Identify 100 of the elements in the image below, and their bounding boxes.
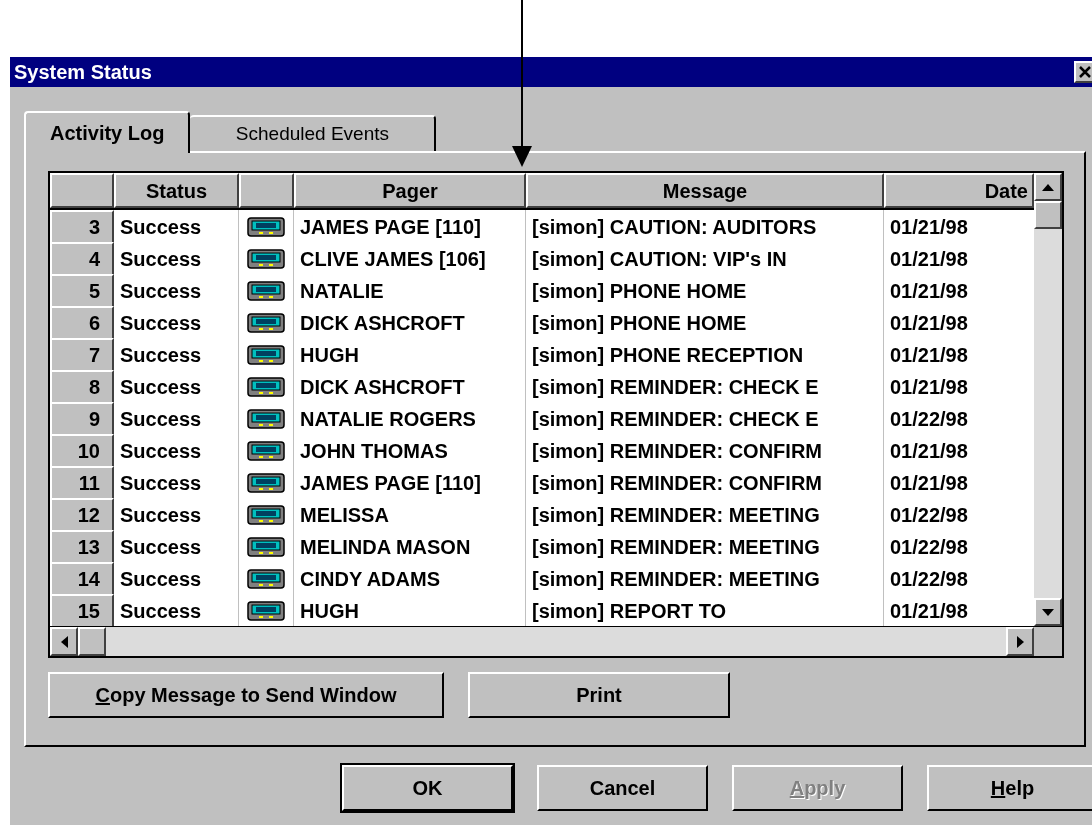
- table-cell: MELINDA MASON: [294, 530, 526, 564]
- table-cell: [simon] CAUTION: VIP's IN: [526, 242, 884, 276]
- pager-icon: [247, 345, 285, 365]
- table-cell: Success: [114, 338, 239, 372]
- table-cell: CINDY ADAMS: [294, 562, 526, 596]
- action-button[interactable]: Print: [468, 672, 730, 718]
- table-cell: Success: [114, 434, 239, 468]
- scroll-up-button[interactable]: [1034, 173, 1062, 201]
- column-header[interactable]: [239, 173, 294, 208]
- table-cell: Success: [114, 274, 239, 308]
- up-arrow-icon: [1042, 183, 1054, 191]
- table-cell: Success: [114, 402, 239, 436]
- row-header[interactable]: 15: [50, 594, 114, 626]
- close-icon: [1079, 66, 1091, 78]
- column-header[interactable]: Status: [114, 173, 239, 208]
- table-cell: CLIVE JAMES [106]: [294, 242, 526, 276]
- pager-icon: [247, 281, 285, 301]
- table-cell-text: 01/21/98: [889, 375, 969, 400]
- table-cell: Success: [114, 370, 239, 404]
- vertical-scrollbar[interactable]: [1034, 173, 1062, 626]
- dialog-button[interactable]: OK: [342, 765, 513, 811]
- table-cell: JAMES PAGE [110]: [294, 210, 526, 244]
- scroll-right-button[interactable]: [1006, 627, 1034, 656]
- column-header[interactable]: Message: [526, 173, 884, 208]
- left-arrow-icon: [60, 635, 68, 648]
- column-header[interactable]: Pager: [294, 173, 526, 208]
- table-cell: Success: [114, 242, 239, 276]
- row-header[interactable]: 3: [50, 210, 114, 244]
- table-cell-text: 01/21/98: [889, 247, 969, 272]
- table-cell: [simon] REMINDER: CHECK E: [526, 370, 884, 404]
- row-header[interactable]: 8: [50, 370, 114, 404]
- table-cell-text: 01/21/98: [889, 471, 969, 496]
- pager-icon: [247, 537, 285, 557]
- window-title: System Status: [14, 60, 152, 85]
- row-header[interactable]: 5: [50, 274, 114, 308]
- table-cell: Success: [114, 562, 239, 596]
- table-cell-text: 01/21/98: [889, 215, 969, 240]
- table-cell: [simon] PHONE HOME: [526, 274, 884, 308]
- horizontal-scrollbar[interactable]: [50, 627, 1034, 656]
- table-cell: DICK ASHCROFT: [294, 306, 526, 340]
- row-header[interactable]: 9: [50, 402, 114, 436]
- action-button[interactable]: Copy Message to Send Window: [48, 672, 444, 718]
- table-cell-text: 01/21/98: [889, 439, 969, 464]
- table-cell: JAMES PAGE [110]: [294, 466, 526, 500]
- row-header[interactable]: 14: [50, 562, 114, 596]
- pager-icon: [247, 569, 285, 589]
- scroll-thumb[interactable]: [78, 627, 106, 656]
- pager-icon: [247, 601, 285, 621]
- pager-icon: [247, 313, 285, 333]
- table-cell-text: 01/22/98: [889, 567, 969, 592]
- table-cell: [simon] REMINDER: CONFIRM: [526, 434, 884, 468]
- table-cell: HUGH: [294, 338, 526, 372]
- row-header[interactable]: 12: [50, 498, 114, 532]
- tab[interactable]: Scheduled Events: [190, 115, 437, 151]
- pager-icon: [247, 409, 285, 429]
- row-header[interactable]: 11: [50, 466, 114, 500]
- row-header[interactable]: 10: [50, 434, 114, 468]
- table-cell: [simon] PHONE RECEPTION: [526, 338, 884, 372]
- table-cell: [simon] PHONE HOME: [526, 306, 884, 340]
- pager-icon: [247, 441, 285, 461]
- scroll-left-button[interactable]: [50, 627, 78, 656]
- row-header[interactable]: 13: [50, 530, 114, 564]
- right-arrow-icon: [1016, 635, 1024, 648]
- table-cell: Success: [114, 306, 239, 340]
- table-cell: Success: [114, 210, 239, 244]
- row-header[interactable]: 7: [50, 338, 114, 372]
- table-cell-text: 01/22/98: [889, 535, 969, 560]
- pager-icon: [247, 377, 285, 397]
- tab[interactable]: Activity Log: [24, 111, 191, 153]
- row-header[interactable]: 4: [50, 242, 114, 276]
- pager-icon: [247, 217, 285, 237]
- table-cell: [simon] REMINDER: MEETING: [526, 530, 884, 564]
- column-header[interactable]: Date: [884, 173, 1034, 208]
- dialog-button[interactable]: Cancel: [537, 765, 708, 811]
- table-cell: NATALIE: [294, 274, 526, 308]
- pager-icon: [247, 505, 285, 525]
- scroll-thumb[interactable]: [1034, 201, 1062, 229]
- table-cell: [simon] REMINDER: CHECK E: [526, 402, 884, 436]
- down-arrow-icon: [1042, 608, 1054, 616]
- table-cell: Success: [114, 530, 239, 564]
- table-cell: [simon] REMINDER: CONFIRM: [526, 466, 884, 500]
- table-cell: MELISSA: [294, 498, 526, 532]
- table-cell: NATALIE ROGERS: [294, 402, 526, 436]
- table-cell: JOHN THOMAS: [294, 434, 526, 468]
- scroll-down-button[interactable]: [1034, 598, 1062, 626]
- table-cell: Success: [114, 466, 239, 500]
- table-cell: DICK ASHCROFT: [294, 370, 526, 404]
- table-cell: Success: [114, 498, 239, 532]
- table-cell-text: 01/22/98: [889, 503, 969, 528]
- table-cell: [simon] REMINDER: MEETING: [526, 562, 884, 596]
- table-cell: [simon] CAUTION: AUDITORS: [526, 210, 884, 244]
- table-cell: [simon] REMINDER: MEETING: [526, 498, 884, 532]
- table-cell-text: 01/21/98: [889, 343, 969, 368]
- dialog-button[interactable]: Help: [927, 765, 1092, 811]
- pager-icon: [247, 249, 285, 269]
- pager-icon: [247, 473, 285, 493]
- close-button[interactable]: [1074, 61, 1092, 83]
- row-header[interactable]: 6: [50, 306, 114, 340]
- table-cell-text: 01/22/98: [889, 407, 969, 432]
- table-cell-text: 01/21/98: [889, 311, 969, 336]
